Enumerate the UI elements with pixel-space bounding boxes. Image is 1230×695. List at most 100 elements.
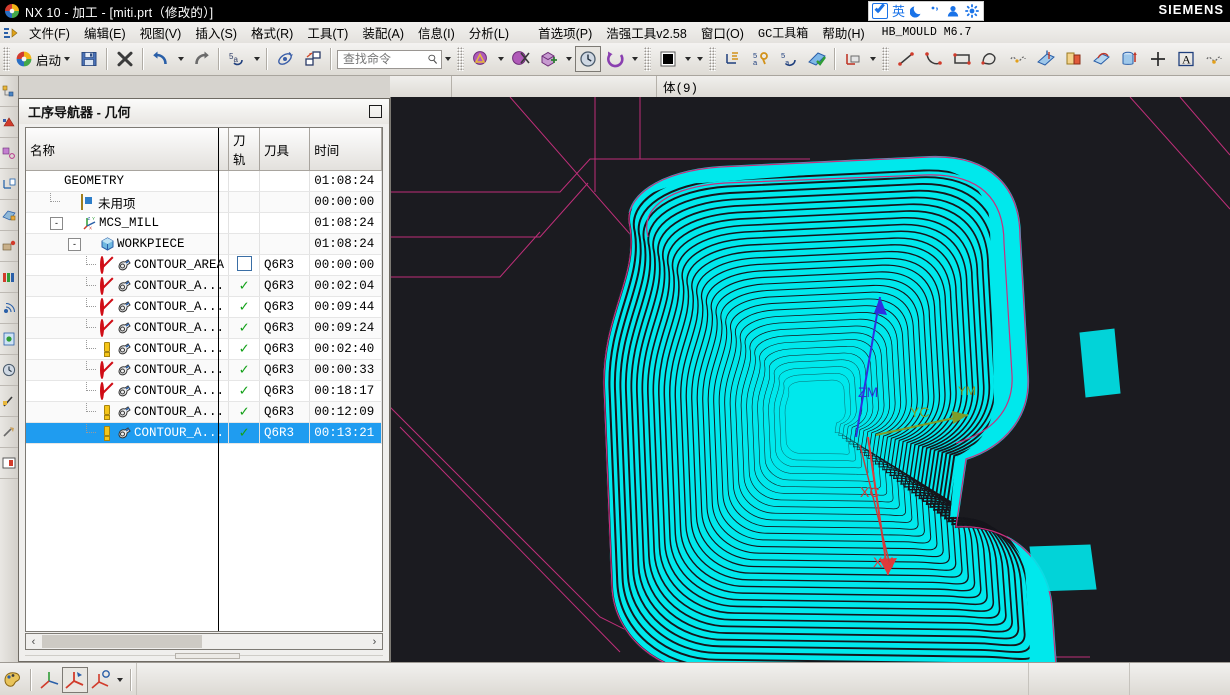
scroll-left-arrow-icon[interactable]: ‹ — [26, 634, 41, 649]
chevron-down-icon[interactable] — [870, 57, 877, 61]
extrude-button[interactable] — [1032, 46, 1060, 72]
menu-assembly[interactable]: 装配(A) — [355, 22, 411, 43]
resource-history-icon[interactable] — [0, 324, 18, 355]
revolve-button[interactable] — [1060, 46, 1088, 72]
table-row[interactable]: CONTOUR_A... ✓ Q6R3 00:09:24 — [26, 317, 382, 339]
resource-system-scene-icon[interactable] — [0, 417, 18, 448]
cell-time[interactable]: 00:00:00 — [309, 191, 382, 213]
visualization-preferences-button[interactable] — [0, 667, 26, 693]
cell-name[interactable]: CONTOUR_A... — [26, 401, 230, 423]
scroll-track[interactable] — [41, 634, 367, 649]
column-header-tool[interactable]: 刀具 — [259, 128, 311, 171]
graphics-viewport[interactable]: ZM YC XC XM YM Z Y X — [390, 97, 1230, 677]
menu-tools[interactable]: 工具(T) — [300, 22, 355, 43]
resource-assembly-navigator-icon[interactable] — [0, 76, 18, 107]
spline-button[interactable] — [1004, 46, 1032, 72]
cell-time[interactable]: 01:08:24 — [309, 212, 382, 234]
chevron-down-icon[interactable] — [566, 57, 573, 61]
menu-format[interactable]: 格式(R) — [244, 22, 300, 43]
cell-name[interactable]: - WORKPIECE — [26, 233, 230, 255]
cell-tool[interactable]: Q6R3 — [259, 422, 311, 444]
resource-part-navigator-icon[interactable] — [0, 138, 18, 169]
curve-button[interactable] — [1200, 46, 1228, 72]
cell-toolpath-status[interactable]: ✓ — [228, 317, 260, 339]
cell-time[interactable]: 01:08:24 — [309, 170, 382, 192]
cell-tool[interactable]: Q6R3 — [259, 380, 311, 402]
ime-language-icon[interactable]: 英 — [890, 2, 906, 20]
clock-button[interactable] — [575, 46, 602, 72]
table-row[interactable]: CONTOUR_A... ✓ Q6R3 00:00:33 — [26, 359, 382, 381]
arc-button[interactable] — [920, 46, 948, 72]
chevron-down-icon[interactable] — [697, 57, 704, 61]
cell-time[interactable]: 00:13:21 — [309, 422, 382, 444]
wcs-display-button[interactable] — [36, 667, 62, 693]
resource-reuse-library-icon[interactable] — [0, 200, 18, 231]
cell-name[interactable]: CONTOUR_A... — [26, 338, 230, 360]
chevron-down-icon[interactable] — [632, 57, 639, 61]
column-header-path[interactable]: 刀轨 — [228, 128, 260, 171]
toolbar-grip[interactable] — [3, 47, 10, 71]
color-button[interactable] — [654, 46, 682, 72]
cell-toolpath-status[interactable]: ✓ — [228, 296, 260, 318]
menu-view[interactable]: 视图(V) — [133, 22, 189, 43]
wcs-dynamics-button[interactable]: 5 a — [747, 46, 775, 72]
cell-name[interactable]: 未用项 — [26, 191, 230, 213]
chevron-down-icon[interactable] — [64, 57, 71, 61]
wcs-orient-button[interactable] — [719, 46, 747, 72]
chevron-down-icon[interactable] — [178, 57, 185, 61]
refresh-button[interactable] — [601, 46, 629, 72]
datum-button[interactable] — [839, 46, 867, 72]
table-row[interactable]: CONTOUR_A... ✓ Q6R3 00:12:09 — [26, 401, 382, 423]
wcs-dynamics-button[interactable] — [62, 666, 88, 693]
menu-help[interactable]: 帮助(H) — [815, 22, 871, 43]
column-header-time[interactable]: 时间 — [309, 128, 382, 171]
cell-toolpath-status[interactable] — [228, 212, 260, 234]
panel-splitter[interactable] — [25, 653, 383, 659]
cell-toolpath-status[interactable]: ✓ — [228, 380, 260, 402]
cell-time[interactable]: 01:08:24 — [309, 233, 382, 255]
menu-insert[interactable]: 插入(S) — [188, 22, 244, 43]
resource-hd3d-icon[interactable] — [0, 448, 18, 479]
menu-hb-mould[interactable]: HB_MOULD M6.7 — [872, 25, 979, 40]
cell-toolpath-status[interactable]: ✓ — [228, 338, 260, 360]
table-row[interactable]: CONTOUR_A... ✓ Q6R3 00:02:04 — [26, 275, 382, 297]
cell-time[interactable]: 00:09:24 — [309, 317, 382, 339]
render-style-button[interactable] — [467, 46, 495, 72]
ime-user-icon[interactable] — [945, 2, 961, 20]
line-button[interactable] — [892, 46, 920, 72]
save-button[interactable] — [75, 46, 103, 72]
text-button[interactable]: A — [1172, 46, 1200, 72]
menu-edit[interactable]: 编辑(E) — [77, 22, 133, 43]
cell-time[interactable]: 00:02:40 — [309, 338, 382, 360]
cell-name[interactable]: CONTOUR_A... — [26, 359, 230, 381]
toolbar-grip[interactable] — [709, 47, 717, 71]
sweep-button[interactable] — [1088, 46, 1116, 72]
undo-button[interactable] — [147, 46, 175, 72]
ime-mode-toggle-icon[interactable] — [872, 2, 889, 20]
chevron-down-icon[interactable] — [685, 57, 692, 61]
cell-time[interactable]: 00:02:04 — [309, 275, 382, 297]
table-row[interactable]: - Z Y X MCS_MILL 01:08:24 — [26, 212, 382, 234]
column-header-name[interactable]: 名称 — [26, 128, 230, 171]
chevron-down-icon[interactable] — [117, 677, 123, 682]
cell-name[interactable]: CONTOUR_A... — [26, 296, 230, 318]
table-row[interactable]: CONTOUR_AREA Q6R3 00:00:00 — [26, 254, 382, 276]
ime-moon-icon[interactable] — [909, 2, 925, 20]
cell-time[interactable]: 00:09:44 — [309, 296, 382, 318]
cell-name[interactable]: CONTOUR_A... — [26, 317, 230, 339]
cell-tool[interactable]: Q6R3 — [259, 317, 311, 339]
menu-analysis[interactable]: 分析(L) — [462, 22, 516, 43]
show-add-button[interactable] — [535, 46, 563, 72]
operation-tree-grid[interactable]: 名称 刀轨 刀具 时间 GEOMETRY 01:08:24 未用项 00:00:00-… — [25, 127, 383, 632]
ime-punctuation-icon[interactable] — [927, 2, 943, 20]
cell-toolpath-status[interactable] — [228, 191, 260, 213]
scroll-right-arrow-icon[interactable]: › — [367, 634, 382, 649]
chevron-down-icon[interactable] — [445, 57, 452, 61]
resource-process-studio-icon[interactable] — [0, 355, 18, 386]
cell-toolpath-status[interactable]: ✓ — [228, 401, 260, 423]
cut-button[interactable] — [111, 46, 139, 72]
cell-tool[interactable] — [259, 233, 311, 255]
cell-toolpath-status[interactable] — [228, 254, 260, 276]
menu-window[interactable]: 窗口(O) — [694, 22, 751, 43]
resource-constraint-navigator-icon[interactable] — [0, 107, 18, 138]
